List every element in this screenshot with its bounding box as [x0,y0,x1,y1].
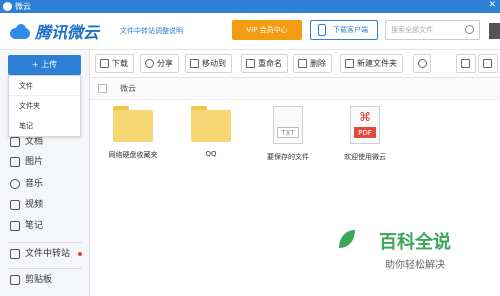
document-icon [10,137,20,147]
share-icon [145,59,154,68]
upload-file-option[interactable]: 文件 [9,76,80,96]
weiyun-logo-icon [3,2,12,11]
sidebar-item-music[interactable]: 音乐 [0,174,90,194]
rename-icon [246,59,255,68]
sidebar-item-label: 图片 [25,157,44,167]
delete-label: 删除 [310,59,326,68]
upload-button[interactable]: + 上传 [8,55,81,75]
download-client-button[interactable]: 下载客户端 [310,20,378,40]
sidebar-item-video[interactable]: 视频 [0,195,90,215]
new-folder-button[interactable]: 新建文件夹 [340,54,403,73]
video-icon [10,200,20,210]
sidebar-item-label: 视频 [25,200,44,210]
new-folder-icon [345,59,354,68]
note-icon [10,221,20,231]
delete-button[interactable]: 删除 [293,54,332,73]
search-icon[interactable] [465,25,474,34]
header: 腾讯微云 文件中转站调整说明 VIP 会员中心 下载客户端 搜索全部文件 [0,13,500,50]
watermark-subtitle: 助你轻松解决 [385,260,445,271]
download-client-label: 下载客户端 [333,26,368,34]
pdf-logo-icon: ⌘ [359,110,371,124]
watermark-leaf-icon [339,230,355,248]
file-item[interactable]: ⌘ PDF 欢迎使用微云 [330,106,400,162]
share-label: 分享 [157,59,173,68]
upload-note-option[interactable]: 笔记 [9,116,80,136]
brand-name: 腾讯微云 [35,23,100,42]
refresh-icon [418,59,427,68]
file-name: 要保存的文件 [267,153,309,161]
file-item[interactable]: TXT 要保存的文件 [253,106,323,162]
search-input[interactable]: 搜索全部文件 [385,20,480,40]
sidebar-item-notes[interactable]: 笔记 [0,216,90,236]
file-item[interactable]: 网络硬盘收藏夹 [98,106,168,160]
trash-icon [298,59,307,68]
move-to-button[interactable]: 移动到 [185,54,232,73]
window-titlebar: 微云 ✕ [0,0,500,13]
file-item[interactable]: QQ [176,106,246,158]
vip-center-button[interactable]: VIP 会员中心 [232,20,302,40]
sidebar-item-images[interactable]: 图片 [0,152,90,172]
watermark-title: 百科全说 [379,232,451,253]
search-placeholder: 搜索全部文件 [391,26,433,34]
sidebar-item-transfer[interactable]: 文件中转站 [0,244,90,264]
grid-view-button[interactable] [478,54,498,73]
download-icon [100,59,109,68]
rename-label: 重命名 [258,59,282,68]
sidebar: + 上传 文件 文件夹 笔记 文档 图片 音乐 视频 笔记 文件中转站 剪贴板 [0,50,90,296]
sidebar-item-label: 笔记 [25,221,44,231]
clipboard-icon [10,275,20,285]
sidebar-divider [8,242,82,243]
unread-dot-badge [78,252,82,256]
file-type-label: TXT [277,127,299,138]
move-icon [190,59,199,68]
brand-logo[interactable]: 腾讯微云 [8,19,99,43]
notice-link[interactable]: 文件中转站调整说明 [120,26,183,36]
cloud-icon [8,22,32,40]
close-icon[interactable]: ✕ [488,0,496,10]
avatar[interactable] [489,23,500,39]
music-icon [10,179,20,189]
file-type-label: PDF [354,127,376,138]
folder-icon [113,106,153,142]
refresh-button[interactable] [413,54,431,73]
file-name: 网络硬盘收藏夹 [108,151,158,159]
transfer-icon [10,249,20,259]
sidebar-divider [8,268,82,269]
sidebar-item-label: 音乐 [25,179,44,189]
phone-icon [318,24,326,36]
list-view-icon [461,59,470,68]
watermark: 百科全说 助你轻松解决 [360,228,470,271]
list-view-button[interactable] [456,54,476,73]
toolbar: 下载 分享 移动到 重命名 删除 新建文件夹 [90,50,500,78]
pdf-file-icon: ⌘ PDF [350,106,380,144]
file-name: QQ [205,150,217,158]
txt-file-icon: TXT [273,106,303,144]
window-title: 微云 [15,2,31,11]
file-name: 欢迎使用微云 [344,153,386,161]
sidebar-item-label: 文件中转站 [25,249,71,259]
share-button[interactable]: 分享 [140,54,179,73]
sidebar-item-clipboard[interactable]: 剪贴板 [0,270,90,290]
breadcrumb-root[interactable]: 微云 [120,83,136,94]
download-button[interactable]: 下载 [95,54,134,73]
breadcrumb: 微云 [90,78,500,100]
upload-folder-option[interactable]: 文件夹 [9,96,80,116]
sidebar-item-label: 剪贴板 [25,275,53,285]
image-icon [10,157,20,167]
rename-button[interactable]: 重命名 [241,54,288,73]
folder-icon [191,106,231,142]
grid-view-icon [483,59,492,68]
sidebar-item-label: 文档 [25,137,44,147]
move-to-label: 移动到 [202,59,226,68]
select-all-checkbox[interactable] [98,84,107,93]
download-label: 下载 [112,59,128,68]
upload-dropdown: 文件 文件夹 笔记 [8,75,81,137]
new-folder-label: 新建文件夹 [357,59,397,68]
